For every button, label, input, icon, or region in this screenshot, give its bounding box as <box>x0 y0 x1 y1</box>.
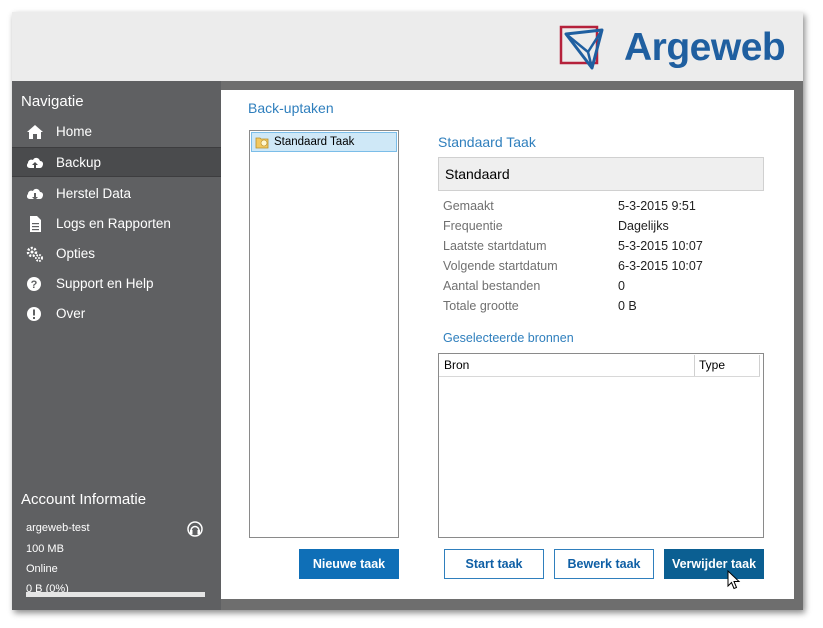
sidebar-item-label: Opties <box>56 246 96 261</box>
cloud-upload-icon <box>26 157 44 168</box>
gears-icon <box>26 246 43 262</box>
sidebar-item-backup[interactable]: Backup <box>12 147 221 177</box>
svg-text:?: ? <box>31 279 38 291</box>
sidebar-item-label: Herstel Data <box>56 186 132 201</box>
brand-logo: Argeweb <box>558 24 798 76</box>
mouse-cursor-icon <box>727 570 741 590</box>
document-icon <box>30 216 41 232</box>
sidebar-item-label: Home <box>56 124 93 139</box>
info-exclamation-icon <box>27 307 41 321</box>
page-title: Back-uptaken <box>248 100 334 116</box>
sources-title: Geselecteerde bronnen <box>443 331 574 345</box>
detail-title: Standaard Taak <box>438 134 536 150</box>
sidebar-item-support[interactable]: ? Support en Help <box>12 269 221 299</box>
argeweb-logo-icon <box>559 25 604 70</box>
cloud-download-icon <box>26 188 44 200</box>
prop-label: Frequentie <box>443 219 503 233</box>
column-header-bron[interactable]: Bron <box>444 358 469 372</box>
prop-value: 6-3-2015 10:07 <box>618 259 703 273</box>
column-divider[interactable] <box>694 355 695 376</box>
sidebar-item-herstel-data[interactable]: Herstel Data <box>12 179 221 209</box>
prop-value: 5-3-2015 9:51 <box>618 199 696 213</box>
brand-name: Argeweb <box>624 26 786 69</box>
column-header-type[interactable]: Type <box>699 358 725 372</box>
account-status: Online <box>26 563 58 575</box>
delete-task-button[interactable]: Verwijder taak <box>664 549 764 579</box>
prop-label: Gemaakt <box>443 199 494 213</box>
headset-icon[interactable] <box>187 521 203 537</box>
account-username: argeweb-test <box>26 522 90 534</box>
prop-label: Laatste startdatum <box>443 239 547 253</box>
sidebar-item-logs[interactable]: Logs en Rapporten <box>12 209 221 239</box>
header-bar: Argeweb <box>12 12 803 81</box>
sidebar-item-home[interactable]: Home <box>12 117 221 147</box>
list-item[interactable]: Standaard Taak <box>251 132 397 152</box>
edit-task-button[interactable]: Bewerk taak <box>554 549 654 579</box>
prop-value: 5-3-2015 10:07 <box>618 239 703 253</box>
task-name-field: Standaard <box>438 157 764 191</box>
sidebar-item-over[interactable]: Over <box>12 299 221 329</box>
start-task-button[interactable]: Start taak <box>444 549 544 579</box>
sidebar-item-label: Backup <box>56 155 102 170</box>
app-window: Argeweb Navigatie Home Backup Herstel Da… <box>12 12 803 610</box>
usage-progress-bar <box>26 592 205 597</box>
help-icon: ? <box>27 277 41 291</box>
sidebar-item-label: Support en Help <box>56 276 154 291</box>
prop-label: Volgende startdatum <box>443 259 558 273</box>
sidebar: Navigatie Home Backup Herstel Data Logs … <box>12 81 221 610</box>
prop-value: 0 B <box>618 299 637 313</box>
task-label: Standaard Taak <box>274 136 355 148</box>
main-panel: Back-uptaken Standaard Taak Nieuwe taak … <box>221 90 794 599</box>
home-icon <box>27 125 43 139</box>
nav-title: Navigatie <box>21 93 84 110</box>
table-header: Bron Type <box>439 354 760 377</box>
task-list[interactable]: Standaard Taak <box>249 130 399 538</box>
prop-value: Dagelijks <box>618 219 669 233</box>
backup-folder-icon <box>255 137 269 149</box>
prop-label: Aantal bestanden <box>443 279 541 293</box>
column-divider[interactable] <box>759 355 760 376</box>
prop-value: 0 <box>618 279 625 293</box>
new-task-button[interactable]: Nieuwe taak <box>299 549 399 579</box>
prop-label: Totale grootte <box>443 299 519 313</box>
sources-table[interactable]: Bron Type <box>438 353 764 538</box>
account-title: Account Informatie <box>21 491 147 508</box>
sidebar-item-label: Over <box>56 306 86 321</box>
account-quota: 100 MB <box>26 543 64 555</box>
sidebar-item-opties[interactable]: Opties <box>12 239 221 269</box>
sidebar-item-label: Logs en Rapporten <box>56 216 171 231</box>
